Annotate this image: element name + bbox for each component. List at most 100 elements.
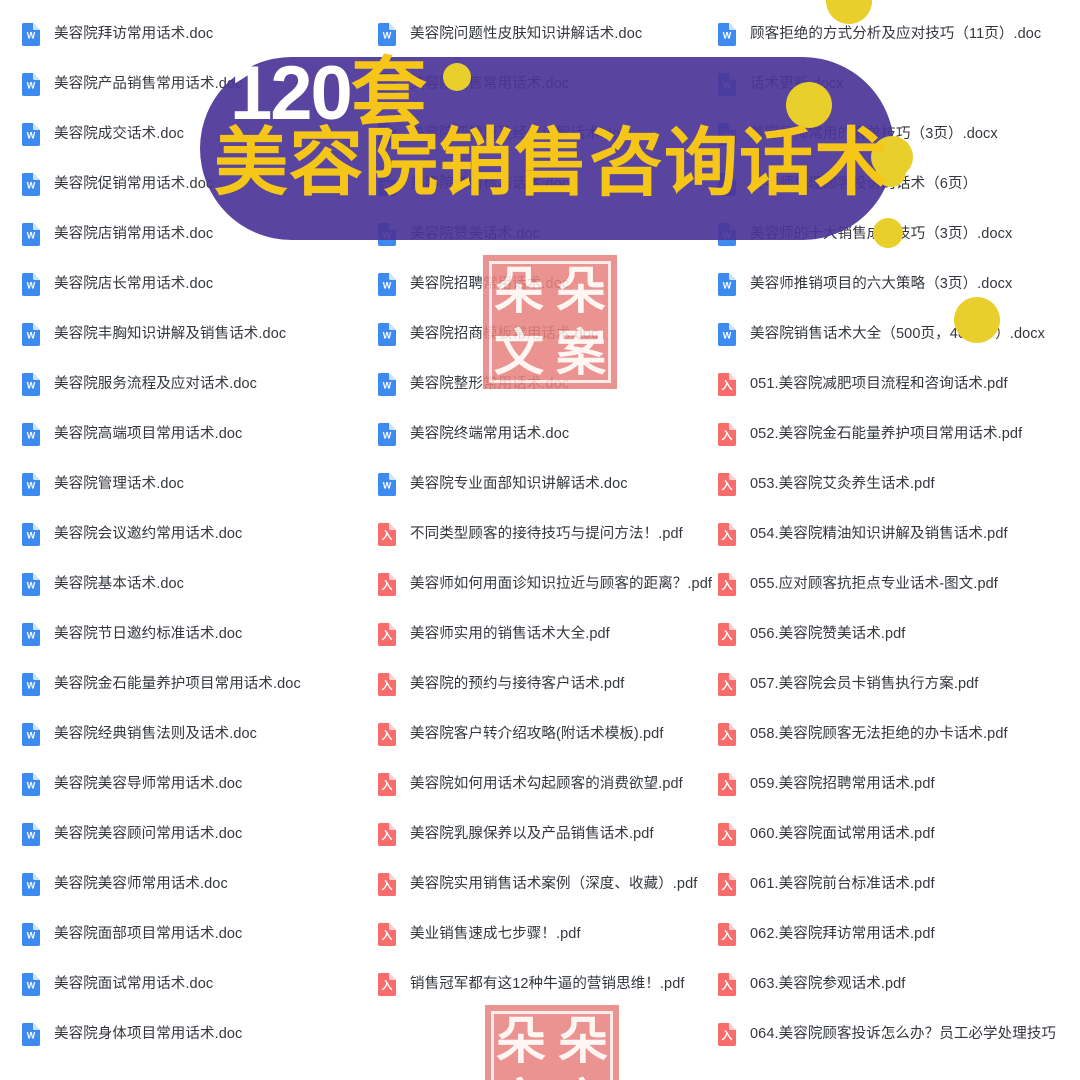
file-name-label: 美容院专业面部知识讲解话术.doc [410, 476, 628, 492]
file-list-item[interactable]: 入 060.美容院面试常用话术.pdf [718, 821, 935, 847]
file-name-label: 美容院管理话术.doc [54, 476, 185, 492]
seal-char: 案 [556, 325, 606, 381]
file-name-label: 美容院服务流程及应对话术.doc [54, 376, 258, 392]
file-list-item[interactable]: 入 美容院如何用话术勾起顾客的消费欲望.pdf [378, 771, 683, 797]
file-list-item[interactable]: W 美容院高端项目常用话术.doc [22, 421, 242, 447]
pdf-doc-icon: 入 [718, 722, 736, 746]
file-list-item[interactable]: W 美容院美容师常用话术.doc [22, 871, 228, 897]
file-list-item[interactable]: W 美容院问题性皮肤知识讲解话术.doc [378, 21, 642, 47]
file-list-item[interactable]: 入 058.美容院顾客无法拒绝的办卡话术.pdf [718, 721, 1008, 747]
file-name-label: 美业销售速成七步骤！.pdf [410, 926, 581, 942]
svg-text:W: W [383, 480, 392, 490]
file-list-item[interactable]: 入 美容院乳腺保养以及产品销售话术.pdf [378, 821, 654, 847]
file-list-item[interactable]: 入 064.美容院顾客投诉怎么办？员工必学处理技巧 [718, 1021, 1056, 1047]
seal-char: 朵 [496, 1013, 546, 1069]
file-list-item[interactable]: W 美容院专业面部知识讲解话术.doc [378, 471, 628, 497]
file-list-item[interactable]: W 美容院产品销售常用话术.doc [22, 71, 242, 97]
svg-text:入: 入 [722, 679, 733, 692]
file-list-item[interactable]: W 顾客拒绝的方式分析及应对技巧（11页）.doc [718, 21, 1041, 47]
file-list-item[interactable]: W 美容院成交话术.doc [22, 121, 184, 147]
file-list-item[interactable]: W 美容院服务流程及应对话术.doc [22, 371, 257, 397]
svg-text:入: 入 [722, 779, 733, 792]
word-doc-icon: W [22, 672, 40, 696]
word-doc-icon: W [22, 1022, 40, 1046]
file-list-item[interactable]: 入 052.美容院金石能量养护项目常用话术.pdf [718, 421, 1022, 447]
file-list-item[interactable]: W 美容院丰胸知识讲解及销售话术.doc [22, 321, 286, 347]
file-list-item[interactable]: 入 056.美容院赞美话术.pdf [718, 621, 905, 647]
file-list-item[interactable]: 入 061.美容院前台标准话术.pdf [718, 871, 935, 897]
promo-banner [200, 57, 894, 240]
pdf-doc-icon: 入 [718, 672, 736, 696]
file-list-item[interactable]: W 美容院面试常用话术.doc [22, 971, 213, 997]
file-list-item[interactable]: 入 051.美容院减肥项目流程和咨询话术.pdf [718, 371, 1008, 397]
file-list-item[interactable]: W 美容院基本话术.doc [22, 571, 184, 597]
file-list-item[interactable]: 入 美容院的预约与接待客户话术.pdf [378, 671, 624, 697]
file-list-item[interactable]: 入 062.美容院拜访常用话术.pdf [718, 921, 935, 947]
pdf-doc-icon: 入 [718, 972, 736, 996]
file-list-item[interactable]: 入 059.美容院招聘常用话术.pdf [718, 771, 935, 797]
file-list-item[interactable]: W 美容院店销常用话术.doc [22, 221, 213, 247]
word-doc-icon: W [22, 122, 40, 146]
pdf-doc-icon: 入 [718, 872, 736, 896]
svg-text:W: W [27, 480, 36, 490]
file-list-item[interactable]: W 美容院面部项目常用话术.doc [22, 921, 242, 947]
svg-text:入: 入 [382, 829, 393, 842]
file-list-item[interactable]: W 美容院美容顾问常用话术.doc [22, 821, 242, 847]
svg-text:W: W [27, 780, 36, 790]
file-name-label: 美容院面试常用话术.doc [54, 976, 214, 992]
file-name-label: 美容院促销常用话术.doc [54, 176, 214, 192]
file-list-item[interactable]: W 美容院终端常用话术.doc [378, 421, 569, 447]
file-list-item[interactable]: 入 063.美容院参观话术.pdf [718, 971, 905, 997]
file-list-item[interactable]: W 美容院店长常用话术.doc [22, 271, 213, 297]
file-list-item[interactable]: 入 美容师实用的销售话术大全.pdf [378, 621, 610, 647]
word-doc-icon: W [718, 272, 736, 296]
svg-text:入: 入 [382, 779, 393, 792]
file-name-label: 美容院如何用话术勾起顾客的消费欲望.pdf [410, 776, 683, 792]
file-list-item[interactable]: 入 055.应对顾客抗拒点专业话术-图文.pdf [718, 571, 998, 597]
word-doc-icon: W [378, 472, 396, 496]
file-name-label: 美容院金石能量养护项目常用话术.doc [54, 676, 301, 692]
file-list-item[interactable]: 入 054.美容院精油知识讲解及销售话术.pdf [718, 521, 1008, 547]
svg-text:W: W [27, 30, 36, 40]
file-name-label: 顾客拒绝的方式分析及应对技巧（11页）.doc [750, 26, 1042, 42]
file-list-item[interactable]: W 美容院美容导师常用话术.doc [22, 771, 242, 797]
word-doc-icon: W [22, 622, 40, 646]
file-name-label: 美容院乳腺保养以及产品销售话术.pdf [410, 826, 654, 842]
word-doc-icon: W [22, 322, 40, 346]
file-list-item[interactable]: 入 销售冠军都有这12种牛逼的营销思维！.pdf [378, 971, 685, 997]
file-list-item[interactable]: 入 美容师如何用面诊知识拉近与顾客的距离？.pdf [378, 571, 712, 597]
file-name-label: 美容院面部项目常用话术.doc [54, 926, 243, 942]
word-doc-icon: W [378, 272, 396, 296]
file-list-item[interactable]: 入 053.美容院艾灸养生话术.pdf [718, 471, 935, 497]
svg-text:W: W [27, 880, 36, 890]
file-name-label: 美容院高端项目常用话术.doc [54, 426, 243, 442]
svg-text:入: 入 [382, 579, 393, 592]
file-list-item[interactable]: 入 美业销售速成七步骤！.pdf [378, 921, 581, 947]
seal-char: 朵 [558, 1013, 608, 1069]
file-list-item[interactable]: 入 057.美容院会员卡销售执行方案.pdf [718, 671, 978, 697]
svg-text:入: 入 [382, 929, 393, 942]
file-name-label: 055.应对顾客抗拒点专业话术-图文.pdf [750, 576, 998, 592]
file-list-item[interactable]: W 美容师推销项目的六大策略（3页）.docx [718, 271, 1012, 297]
file-list-item[interactable]: W 美容院促销常用话术.doc [22, 171, 213, 197]
file-list-item[interactable]: W 美容院会议邀约常用话术.doc [22, 521, 242, 547]
svg-text:入: 入 [722, 879, 733, 892]
file-name-label: 销售冠军都有这12种牛逼的营销思维！.pdf [410, 976, 685, 992]
file-list-item[interactable]: 入 不同类型顾客的接待技巧与提问方法！.pdf [378, 521, 683, 547]
file-list-item[interactable]: W 美容院拜访常用话术.doc [22, 21, 213, 47]
file-list-item[interactable]: W 美容院经典销售法则及话术.doc [22, 721, 257, 747]
file-list-item[interactable]: 入 美容院实用销售话术案例（深度、收藏）.pdf [378, 871, 697, 897]
file-list-item[interactable]: W 美容院金石能量养护项目常用话术.doc [22, 671, 301, 697]
file-list-item[interactable]: W 美容院节日邀约标准话术.doc [22, 621, 242, 647]
word-doc-icon: W [22, 572, 40, 596]
file-name-label: 051.美容院减肥项目流程和咨询话术.pdf [750, 376, 1008, 392]
file-list-item[interactable]: 入 美容院客户转介绍攻略(附话术模板).pdf [378, 721, 663, 747]
file-name-label: 058.美容院顾客无法拒绝的办卡话术.pdf [750, 726, 1008, 742]
file-name-label: 美容院节日邀约标准话术.doc [54, 626, 243, 642]
file-list-item[interactable]: W 美容院身体项目常用话术.doc [22, 1021, 242, 1047]
decorative-dot [873, 218, 903, 248]
file-name-label: 美容院基本话术.doc [54, 576, 185, 592]
word-doc-icon: W [22, 772, 40, 796]
file-list-item[interactable]: W 美容院管理话术.doc [22, 471, 184, 497]
file-name-label: 美容院终端常用话术.doc [410, 426, 570, 442]
